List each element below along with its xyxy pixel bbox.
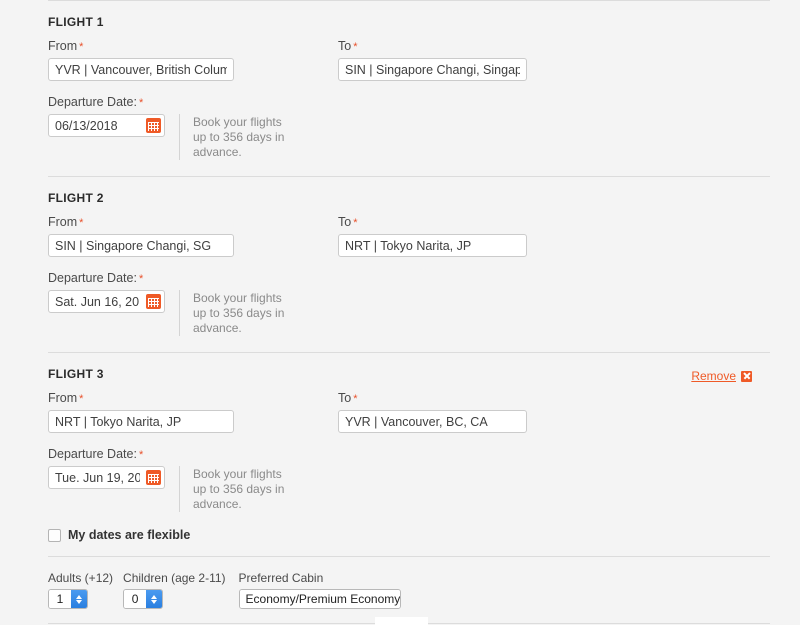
to-column: To * <box>338 39 628 81</box>
children-group: Children (age 2-11) 0 <box>123 571 226 609</box>
date-field <box>48 290 165 313</box>
booking-window-helper-text: Book your flights up to 356 days in adva… <box>179 466 289 512</box>
below-fold-element <box>375 617 428 625</box>
departure-date-block: Departure Date:* Book your flights up to… <box>48 447 752 512</box>
children-stepper[interactable]: 0 <box>123 589 164 609</box>
required-marker: * <box>353 393 358 405</box>
chevron-up-down-icon[interactable] <box>146 590 163 608</box>
departure-date-label: Departure Date: * <box>48 271 144 285</box>
children-value: 0 <box>124 590 147 608</box>
adults-value: 1 <box>49 590 71 608</box>
from-label: From * <box>48 39 84 53</box>
section-divider <box>48 556 770 557</box>
required-marker: * <box>79 41 84 53</box>
departure-date-label: Departure Date: * <box>48 447 144 461</box>
passenger-selection-row: Adults (+12) 1 Children (age 2-11) 0 Pre… <box>30 571 770 609</box>
origin-destination-row: From* To* <box>48 215 752 257</box>
from-column: From * <box>48 215 338 257</box>
close-icon <box>741 370 752 382</box>
required-marker: * <box>79 393 84 405</box>
date-and-helper: Book your flights up to 356 days in adva… <box>48 290 752 336</box>
flight-heading: FLIGHT 1 <box>48 15 104 29</box>
flight-section-3: FLIGHT 3 Remove From* To* Departure Date… <box>30 353 770 512</box>
date-field <box>48 466 165 489</box>
adults-group: Adults (+12) 1 <box>48 571 113 609</box>
departure-date-block: Departure Date:* Book your flights up to… <box>48 271 752 336</box>
required-marker: * <box>138 449 144 461</box>
origin-destination-row: From* To* <box>48 391 752 433</box>
from-input[interactable] <box>48 58 234 81</box>
children-label: Children (age 2-11) <box>123 571 226 585</box>
chevron-up-down-icon[interactable] <box>71 590 87 608</box>
flexible-dates-label: My dates are flexible <box>68 528 191 542</box>
required-marker: * <box>79 217 84 229</box>
calendar-icon[interactable] <box>146 118 161 133</box>
to-label: To * <box>338 391 358 405</box>
from-input[interactable] <box>48 410 234 433</box>
flexible-dates-checkbox[interactable] <box>48 528 61 542</box>
required-marker: * <box>138 97 144 109</box>
to-column: To * <box>338 215 628 257</box>
booking-page: FLIGHT 1 From* To* Departure Date:* <box>0 0 800 625</box>
from-label: From * <box>48 391 84 405</box>
from-column: From * <box>48 391 338 433</box>
to-input[interactable] <box>338 58 527 81</box>
origin-destination-row: From* To* <box>48 39 752 81</box>
cabin-value: Economy/Premium Economy <box>239 590 400 608</box>
departure-date-label: Departure Date: * <box>48 95 144 109</box>
departure-date-block: Departure Date:* Book your flights up to… <box>48 95 752 160</box>
flight-heading: FLIGHT 2 <box>48 191 104 205</box>
booking-window-helper-text: Book your flights up to 356 days in adva… <box>179 290 289 336</box>
to-label: To * <box>338 39 358 53</box>
to-column: To * <box>338 391 628 433</box>
calendar-icon[interactable] <box>146 470 161 485</box>
required-marker: * <box>138 273 144 285</box>
multi-city-flight-form: FLIGHT 1 From* To* Departure Date:* <box>30 0 770 625</box>
to-input[interactable] <box>338 234 527 257</box>
from-input[interactable] <box>48 234 234 257</box>
date-field <box>48 114 165 137</box>
cabin-select[interactable]: Economy/Premium Economy <box>238 589 401 609</box>
adults-stepper[interactable]: 1 <box>48 589 88 609</box>
flight-section-1: FLIGHT 1 From* To* Departure Date:* <box>30 1 770 176</box>
flight-heading: FLIGHT 3 <box>48 367 104 381</box>
calendar-icon[interactable] <box>146 294 161 309</box>
cabin-label: Preferred Cabin <box>238 571 324 585</box>
required-marker: * <box>353 41 358 53</box>
required-marker: * <box>353 217 358 229</box>
booking-window-helper-text: Book your flights up to 356 days in adva… <box>179 114 289 160</box>
adults-label: Adults (+12) <box>48 571 114 585</box>
flexible-dates-row[interactable]: My dates are flexible <box>30 528 770 542</box>
flight-section-2: FLIGHT 2 From* To* Departure Date:* <box>30 177 770 352</box>
to-label: To * <box>338 215 358 229</box>
remove-flight-label: Remove <box>691 369 736 383</box>
cabin-group: Preferred Cabin Economy/Premium Economy <box>238 571 401 609</box>
remove-flight-link[interactable]: Remove <box>691 369 752 383</box>
to-input[interactable] <box>338 410 527 433</box>
date-and-helper: Book your flights up to 356 days in adva… <box>48 114 752 160</box>
date-and-helper: Book your flights up to 356 days in adva… <box>48 466 752 512</box>
from-label: From * <box>48 215 84 229</box>
from-column: From * <box>48 39 338 81</box>
